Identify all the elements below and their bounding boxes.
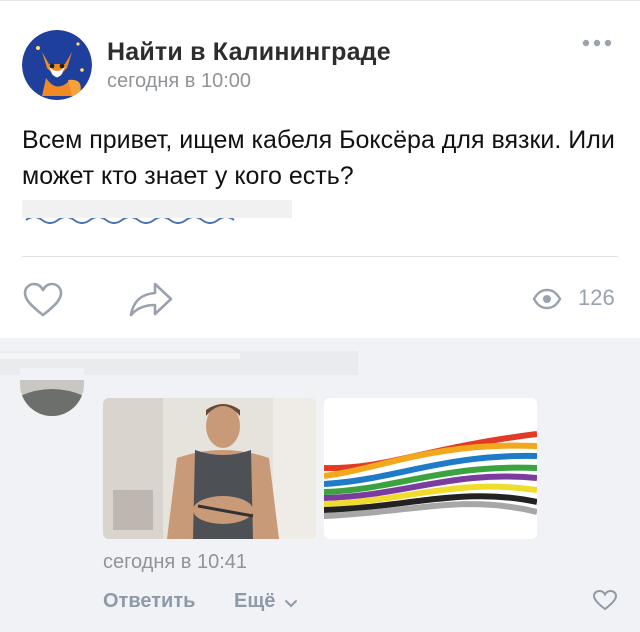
heart-icon[interactable] — [22, 282, 64, 318]
comments-section — [0, 338, 640, 632]
post-card: Найти в Калининграде сегодня в 10:00 Все… — [0, 0, 640, 338]
post-time[interactable]: сегодня в 10:00 — [107, 70, 251, 93]
eye-icon — [532, 288, 562, 310]
reply-button[interactable]: Ответить — [103, 590, 195, 613]
action-divider — [22, 256, 618, 257]
comment-time[interactable]: сегодня в 10:41 — [103, 551, 247, 574]
more-button[interactable]: Ещё — [234, 590, 275, 613]
top-divider — [0, 0, 640, 1]
chevron-down-icon[interactable] — [284, 596, 298, 608]
more-dots-icon[interactable] — [580, 36, 614, 50]
share-icon[interactable] — [128, 280, 174, 318]
comment-photo-man-knitting[interactable] — [103, 398, 316, 539]
redacted-link — [22, 198, 292, 224]
group-name[interactable]: Найти в Калининграде — [107, 38, 391, 67]
group-avatar[interactable] — [22, 30, 92, 100]
views-count: 126 — [578, 285, 615, 310]
comment-photo-cables[interactable] — [324, 398, 537, 539]
post-text: Всем привет, ищем кабеля Боксёра для вяз… — [22, 126, 615, 190]
heart-icon[interactable] — [592, 589, 618, 611]
